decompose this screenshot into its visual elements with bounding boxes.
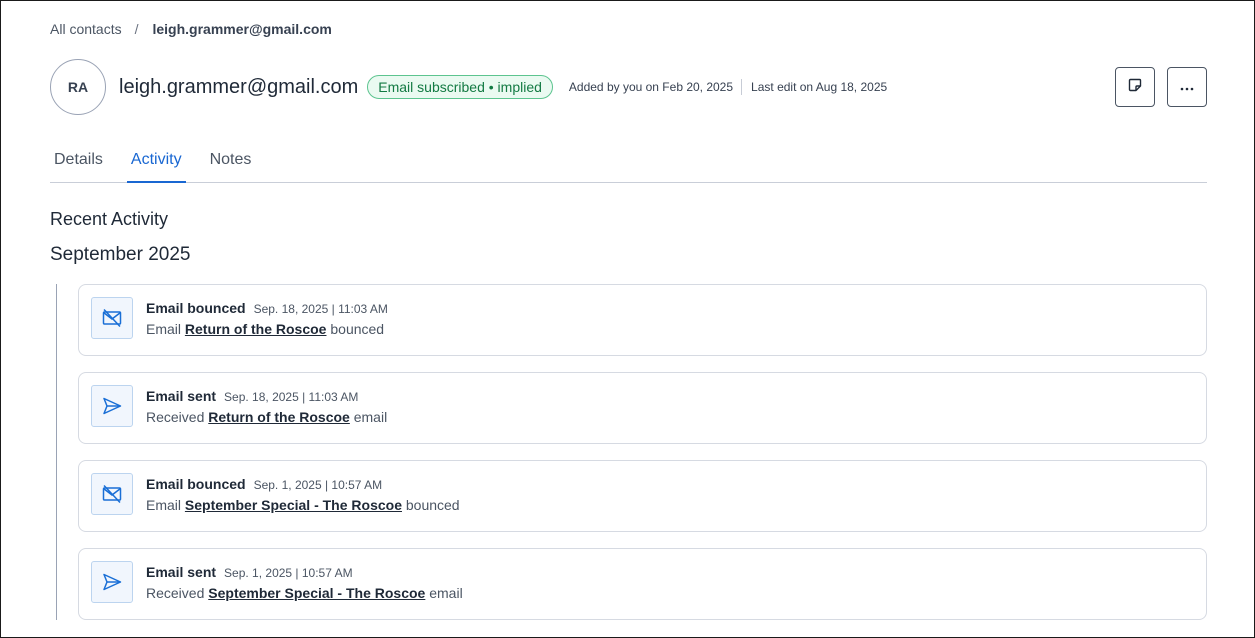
contact-email-title: leigh.grammer@gmail.com [119,75,359,98]
activity-title: Email bounced [146,300,246,316]
activity-desc-prefix: Email [146,497,182,513]
add-note-button[interactable] [1115,67,1155,107]
meta-divider [741,79,743,95]
month-heading: September 2025 [50,244,191,265]
more-options-button[interactable] [1167,67,1207,107]
send-icon [91,561,133,603]
breadcrumb: All contacts / leigh.grammer@gmail.com [50,20,332,38]
activity-list: Email bounced Sep. 18, 2025 | 11:03 AM E… [78,284,1207,636]
mail-slash-icon [91,473,133,515]
contact-tabs: Details Activity Notes [50,141,1207,183]
activity-title: Email sent [146,388,217,404]
breadcrumb-all-contacts[interactable]: All contacts [50,21,122,37]
activity-title: Email bounced [146,476,246,492]
activity-desc-suffix: bounced [330,321,385,337]
breadcrumb-current: leigh.grammer@gmail.com [152,21,332,37]
recent-activity-heading: Recent Activity [50,209,169,229]
activity-timestamp: Sep. 18, 2025 | 11:03 AM [253,302,388,316]
last-edit-text: Last edit on Aug 18, 2025 [751,80,888,94]
activity-timestamp: Sep. 1, 2025 | 10:57 AM [224,566,353,580]
activity-card: Email bounced Sep. 1, 2025 | 10:57 AM Em… [78,460,1207,532]
send-icon [91,385,133,427]
activity-description: Received Return of the Roscoe email [146,409,387,425]
added-by-text: Added by you on Feb 20, 2025 [568,80,734,94]
activity-description: Email Return of the Roscoe bounced [146,321,384,337]
more-horizontal-icon [1180,78,1194,96]
campaign-link[interactable]: Return of the Roscoe [208,409,350,425]
activity-desc-suffix: email [353,409,388,425]
activity-title: Email sent [146,564,217,580]
campaign-link[interactable]: Return of the Roscoe [185,321,327,337]
activity-timestamp: Sep. 1, 2025 | 10:57 AM [253,478,383,492]
activity-card: Email sent Sep. 18, 2025 | 11:03 AM Rece… [78,372,1207,444]
sticky-note-icon [1128,78,1142,97]
activity-desc-prefix: Received [146,585,205,601]
activity-card: Email bounced Sep. 18, 2025 | 11:03 AM E… [78,284,1207,356]
contact-page: All contacts / leigh.grammer@gmail.com R… [0,0,1255,638]
activity-card: Email sent Sep. 1, 2025 | 10:57 AM Recei… [78,548,1207,620]
contact-header: RA leigh.grammer@gmail.com Email subscri… [50,59,1207,115]
avatar: RA [50,59,106,115]
mail-slash-icon [91,297,133,339]
contact-meta: Added by you on Feb 20, 2025 Last edit o… [569,79,887,95]
breadcrumb-separator: / [134,21,139,37]
tab-details[interactable]: Details [50,141,107,183]
tab-activity[interactable]: Activity [126,141,186,183]
subscription-status-badge: Email subscribed • implied [367,75,553,99]
campaign-link[interactable]: September Special - The Roscoe [185,497,402,513]
activity-description: Received September Special - The Roscoe … [146,585,463,601]
activity-desc-prefix: Received [146,409,205,425]
activity-desc-prefix: Email [146,321,182,337]
timeline-line [56,284,57,620]
activity-desc-suffix: email [429,585,463,601]
campaign-link[interactable]: September Special - The Roscoe [208,585,425,601]
activity-desc-suffix: bounced [405,497,460,513]
activity-description: Email September Special - The Roscoe bou… [146,497,460,513]
tab-notes[interactable]: Notes [206,141,256,183]
activity-timestamp: Sep. 18, 2025 | 11:03 AM [224,390,359,404]
